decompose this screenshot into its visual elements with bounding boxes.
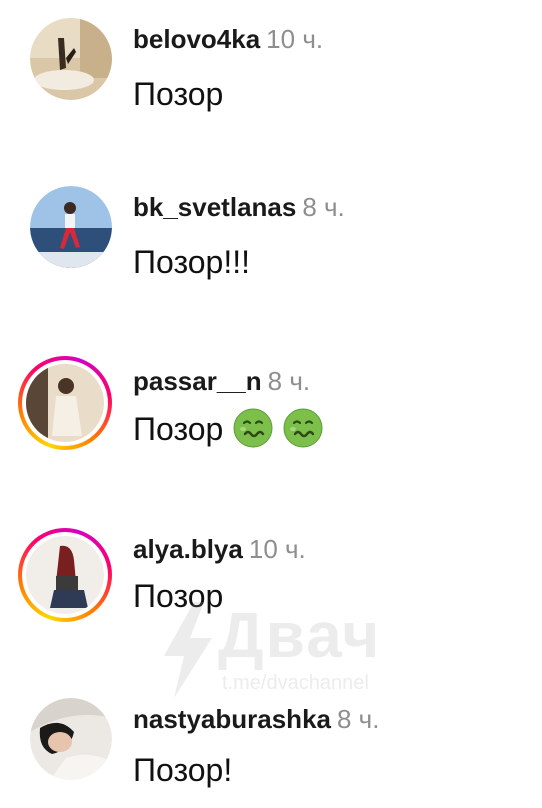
comment-time: 8 ч.: [267, 366, 311, 396]
comment-time: 10 ч.: [248, 534, 306, 564]
comment-time: 10 ч.: [266, 24, 324, 54]
comment-text: Позор: [133, 76, 224, 112]
comment-text: Позор: [133, 411, 224, 447]
avatar-image: [30, 18, 112, 100]
avatar-image: [26, 536, 104, 614]
comment-item: bk_svetlanas 8 ч. Позор!!!: [0, 186, 542, 296]
comment-time: 8 ч.: [302, 192, 345, 222]
comment-username[interactable]: nastyaburashka: [133, 704, 331, 734]
avatar-image: [30, 698, 112, 780]
comment-username[interactable]: bk_svetlanas: [133, 192, 296, 222]
comment-item: alya.blya 10 ч. Позор: [0, 528, 542, 638]
comment-username[interactable]: passar__n: [133, 366, 262, 396]
comment-item: passar__n 8 ч. Позор: [0, 356, 542, 466]
comment-text: Позор!: [133, 752, 233, 788]
avatar[interactable]: [30, 186, 112, 268]
avatar[interactable]: [30, 698, 112, 780]
nauseated-face-icon: [233, 408, 273, 448]
nauseated-face-icon: [283, 408, 323, 448]
avatar-image: [30, 186, 112, 268]
comment-item: nastyaburashka 8 ч. Позор!: [0, 698, 542, 808]
avatar-story-ring[interactable]: [18, 528, 112, 622]
avatar-image: [26, 364, 104, 442]
watermark-subtitle: t.me/dvachannel: [222, 672, 369, 694]
avatar[interactable]: [30, 18, 112, 100]
comment-text-row: Позор: [133, 408, 323, 448]
comment-text: Позор!!!: [133, 244, 251, 280]
avatar-story-ring[interactable]: [18, 356, 112, 450]
comment-item: belovo4ka 10 ч. Позор: [0, 18, 542, 128]
comment-username[interactable]: belovo4ka: [133, 24, 260, 54]
comment-username[interactable]: alya.blya: [133, 534, 243, 564]
comment-time: 8 ч.: [336, 704, 380, 734]
comment-text: Позор: [133, 578, 224, 614]
